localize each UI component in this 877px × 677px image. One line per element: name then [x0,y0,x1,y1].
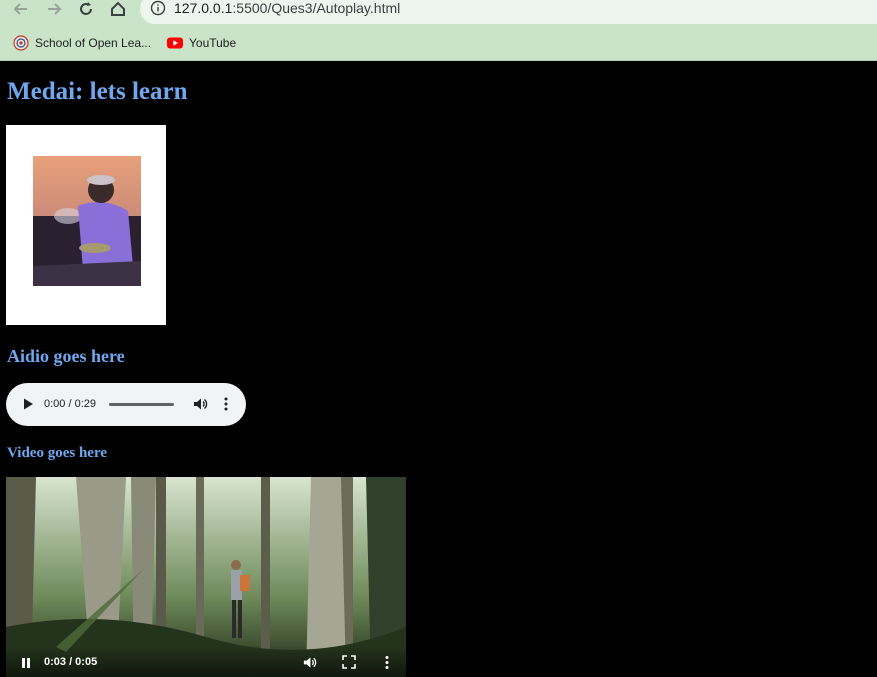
forward-button[interactable] [41,0,67,22]
page-title: Medai: lets learn [7,78,188,105]
video-controls: 0:03 / 0:05 [6,647,406,677]
youtube-icon [167,37,183,49]
bookmark-label: School of Open Lea... [35,36,152,50]
volume-icon[interactable] [192,396,208,412]
bookmark-youtube[interactable]: YouTube [167,34,236,52]
audio-time: 0:00 / 0:29 [44,398,96,410]
url-text: 127.0.0.1:5500/Ques3/Autoplay.html [174,0,400,16]
image-container [6,125,166,325]
audio-heading: Aidio goes here [7,346,125,366]
bookmark-school-of-open-learning[interactable]: School of Open Lea... [13,34,151,52]
url-host: 127.0.0.1 [174,0,233,16]
school-emblem-icon [13,35,29,51]
url-path: :5500/Ques3/Autoplay.html [232,0,401,16]
bookmark-label: YouTube [189,36,237,50]
pause-icon[interactable] [20,657,32,669]
fullscreen-icon[interactable] [342,655,356,669]
audio-progress-bar[interactable] [109,403,174,406]
page-content: Medai: lets learn Aidio goes here 0:00 /… [0,61,877,677]
bookmarks-bar: School of Open Lea... YouTube [0,26,877,61]
more-options-icon[interactable] [219,396,233,412]
arrow-left-icon [13,3,27,15]
person-photo [33,156,141,286]
more-options-icon[interactable] [382,655,392,670]
video-player[interactable]: 0:03 / 0:05 [6,477,406,677]
address-bar[interactable]: 127.0.0.1:5500/Ques3/Autoplay.html [140,0,877,24]
video-heading: Video goes here [7,445,107,461]
home-icon [111,1,125,16]
reload-icon [80,2,92,15]
back-button[interactable] [8,0,34,22]
play-icon[interactable] [21,397,35,411]
audio-player[interactable]: 0:00 / 0:29 [6,383,246,426]
info-icon[interactable] [150,0,166,16]
reload-button[interactable] [73,0,99,22]
home-button[interactable] [105,0,131,22]
arrow-right-icon [48,3,62,15]
video-time: 0:03 / 0:05 [44,656,98,668]
browser-toolbar: 127.0.0.1:5500/Ques3/Autoplay.html [0,0,877,26]
volume-icon[interactable] [302,655,317,670]
